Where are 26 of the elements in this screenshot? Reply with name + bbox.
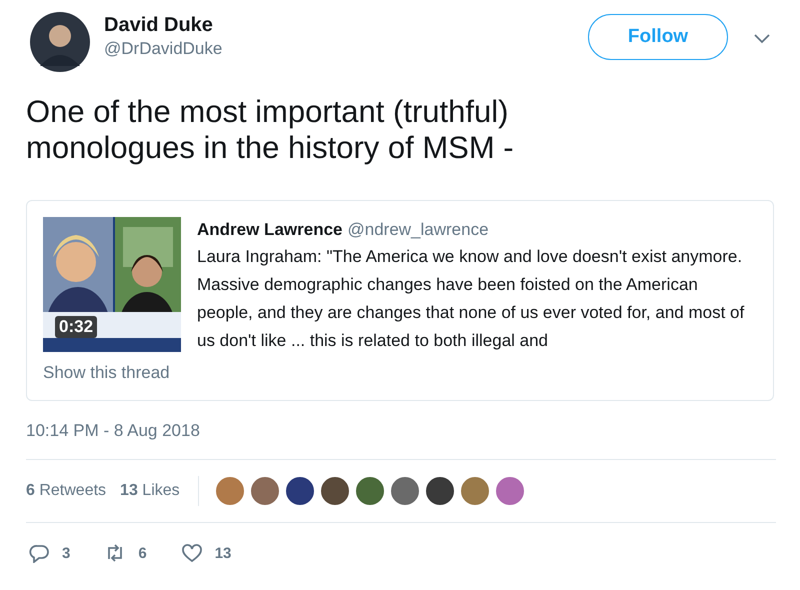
quoted-tweet-text: Laura Ingraham: "The America we know and love doesn't exist anymore. Massive demographic changes have been foisted on the American people, and they are changes that none of us ever voted for, and most of us don't like ... this is related to both illegal and	[197, 246, 745, 352]
reply-icon[interactable]	[28, 543, 50, 563]
video-duration: 0:32	[55, 316, 98, 338]
action-count: 3	[62, 544, 70, 562]
liker-avatar[interactable]	[424, 476, 455, 506]
liker-avatar[interactable]	[284, 476, 315, 506]
liker-avatar[interactable]	[390, 476, 420, 506]
action-count: 6	[138, 544, 147, 562]
action-count: 13	[214, 544, 232, 562]
follow-button[interactable]: Follow	[588, 14, 728, 60]
quoted-tweet-card[interactable]	[26, 200, 774, 401]
show-thread-link[interactable]: Show this thread	[43, 363, 170, 383]
liker-avatar[interactable]	[320, 476, 350, 506]
avatar[interactable]	[30, 12, 90, 72]
stat-link[interactable]: 6 Retweets	[26, 482, 106, 500]
chevron-down-icon[interactable]	[754, 34, 770, 44]
tweet-text: One of the most important (truthful) monologues in the history of MSM -	[26, 94, 515, 166]
heart-icon[interactable]	[180, 543, 203, 563]
author-handle[interactable]: @DrDavidDuke	[104, 38, 588, 60]
author-name[interactable]: David Duke	[104, 12, 588, 38]
liker-avatar[interactable]	[354, 476, 385, 506]
quoted-author-name: Andrew Lawrence	[197, 220, 342, 239]
stat-link[interactable]: 13 Likes	[120, 482, 180, 500]
quoted-author-handle: @ndrew_lawrence	[348, 220, 489, 239]
liker-avatar[interactable]	[250, 476, 280, 506]
timestamp[interactable]: 10:14 PM - 8 Aug 2018	[26, 421, 774, 441]
